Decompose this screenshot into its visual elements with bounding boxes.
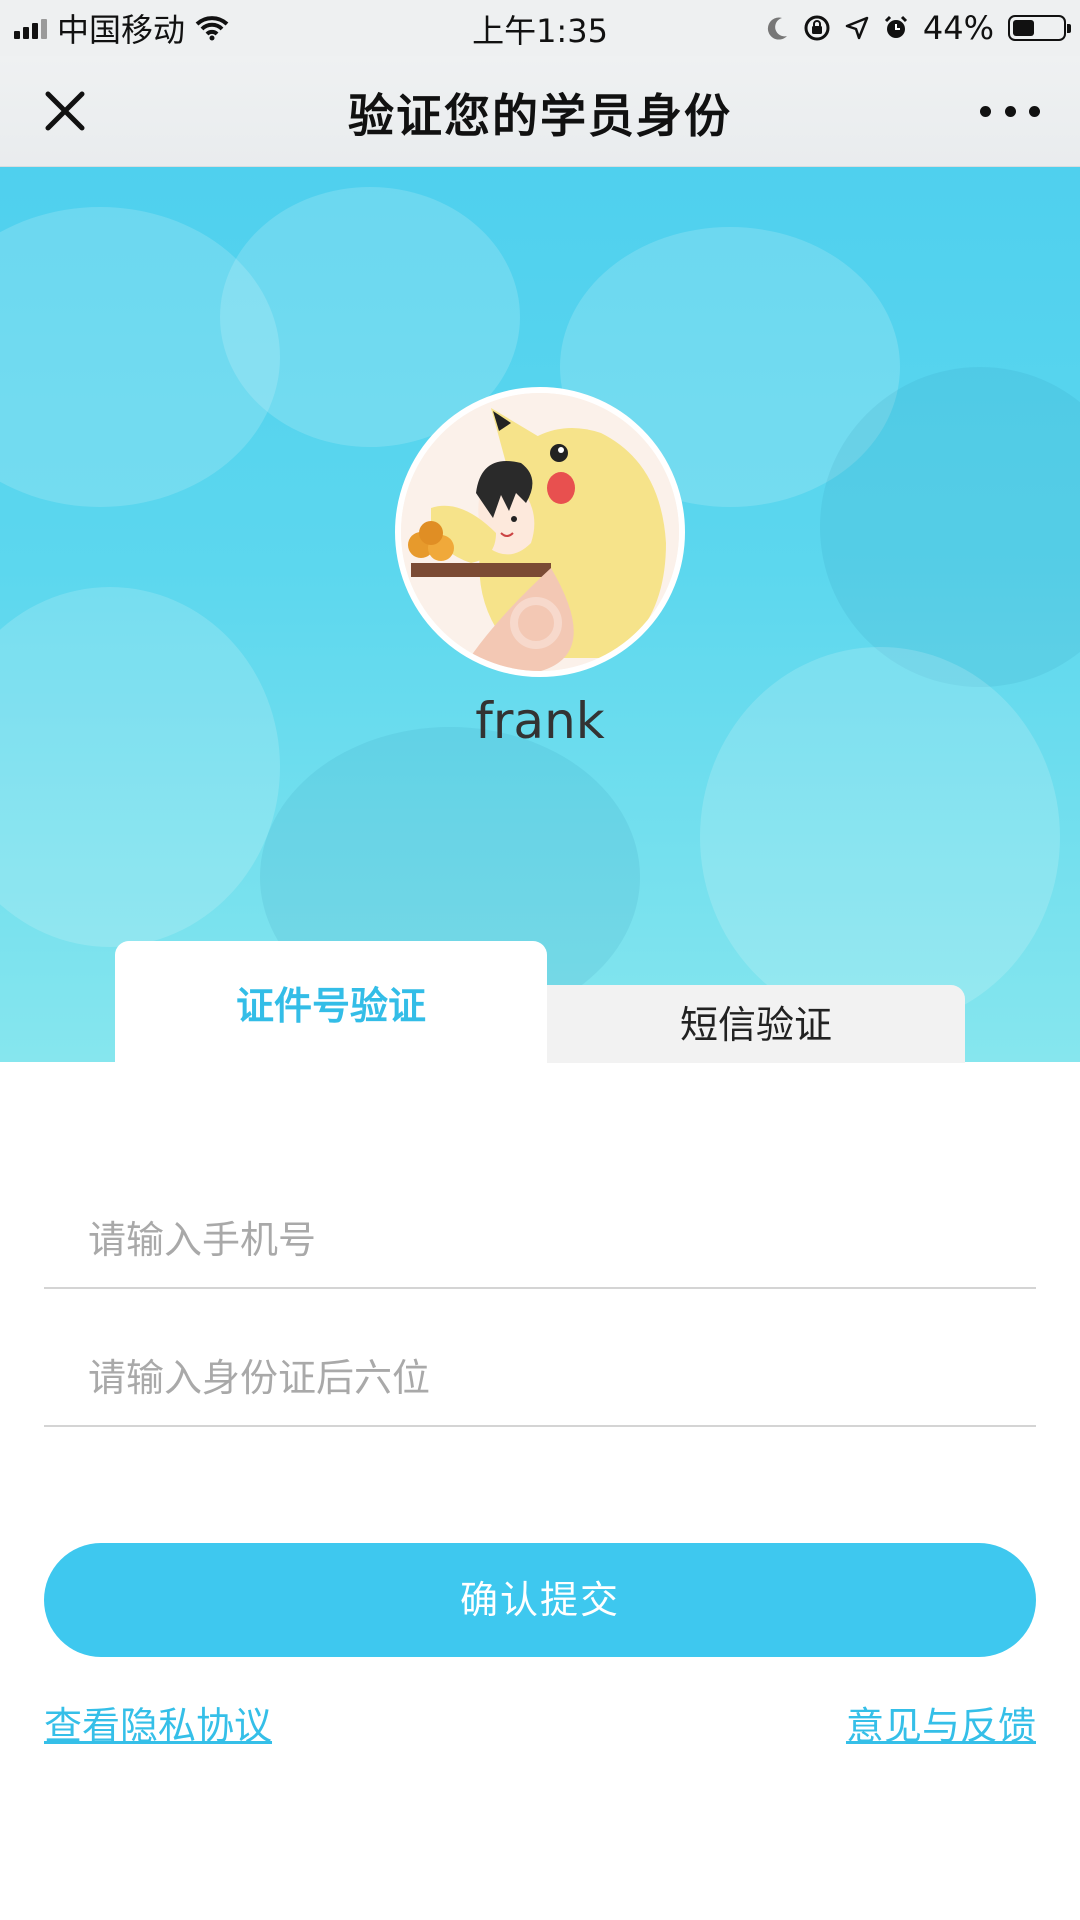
- tab-sms-verification[interactable]: 短信验证: [547, 985, 965, 1063]
- id-number-input[interactable]: [86, 1345, 990, 1411]
- battery-level: [1013, 20, 1034, 36]
- status-right: 44%: [767, 8, 1071, 48]
- avatar: [395, 387, 685, 677]
- feedback-link[interactable]: 意见与反馈: [846, 1695, 1036, 1750]
- battery-percent: 44%: [922, 9, 994, 47]
- nav-bar: 验证您的学员身份: [0, 56, 1080, 167]
- profile-header: frank: [0, 167, 1080, 1062]
- status-bar: 中国移动 上午1:35 44%: [0, 0, 1080, 56]
- avatar-image: [401, 393, 679, 671]
- more-icon[interactable]: [980, 100, 1040, 122]
- phone-field: [44, 1195, 1036, 1289]
- page-title: 验证您的学员身份: [348, 89, 732, 143]
- background-shape: [0, 587, 280, 947]
- location-icon: [845, 16, 869, 40]
- username: frank: [475, 692, 605, 750]
- phone-input[interactable]: [86, 1207, 990, 1273]
- tab-id-verification[interactable]: 证件号验证: [115, 941, 547, 1063]
- orientation-lock-icon: [804, 15, 830, 41]
- privacy-link[interactable]: 查看隐私协议: [44, 1695, 272, 1750]
- alarm-icon: [884, 15, 907, 38]
- id-field: [44, 1333, 1036, 1427]
- battery-icon: [1008, 15, 1071, 41]
- moon-icon: [767, 17, 787, 40]
- submit-button[interactable]: 确认提交: [44, 1543, 1036, 1657]
